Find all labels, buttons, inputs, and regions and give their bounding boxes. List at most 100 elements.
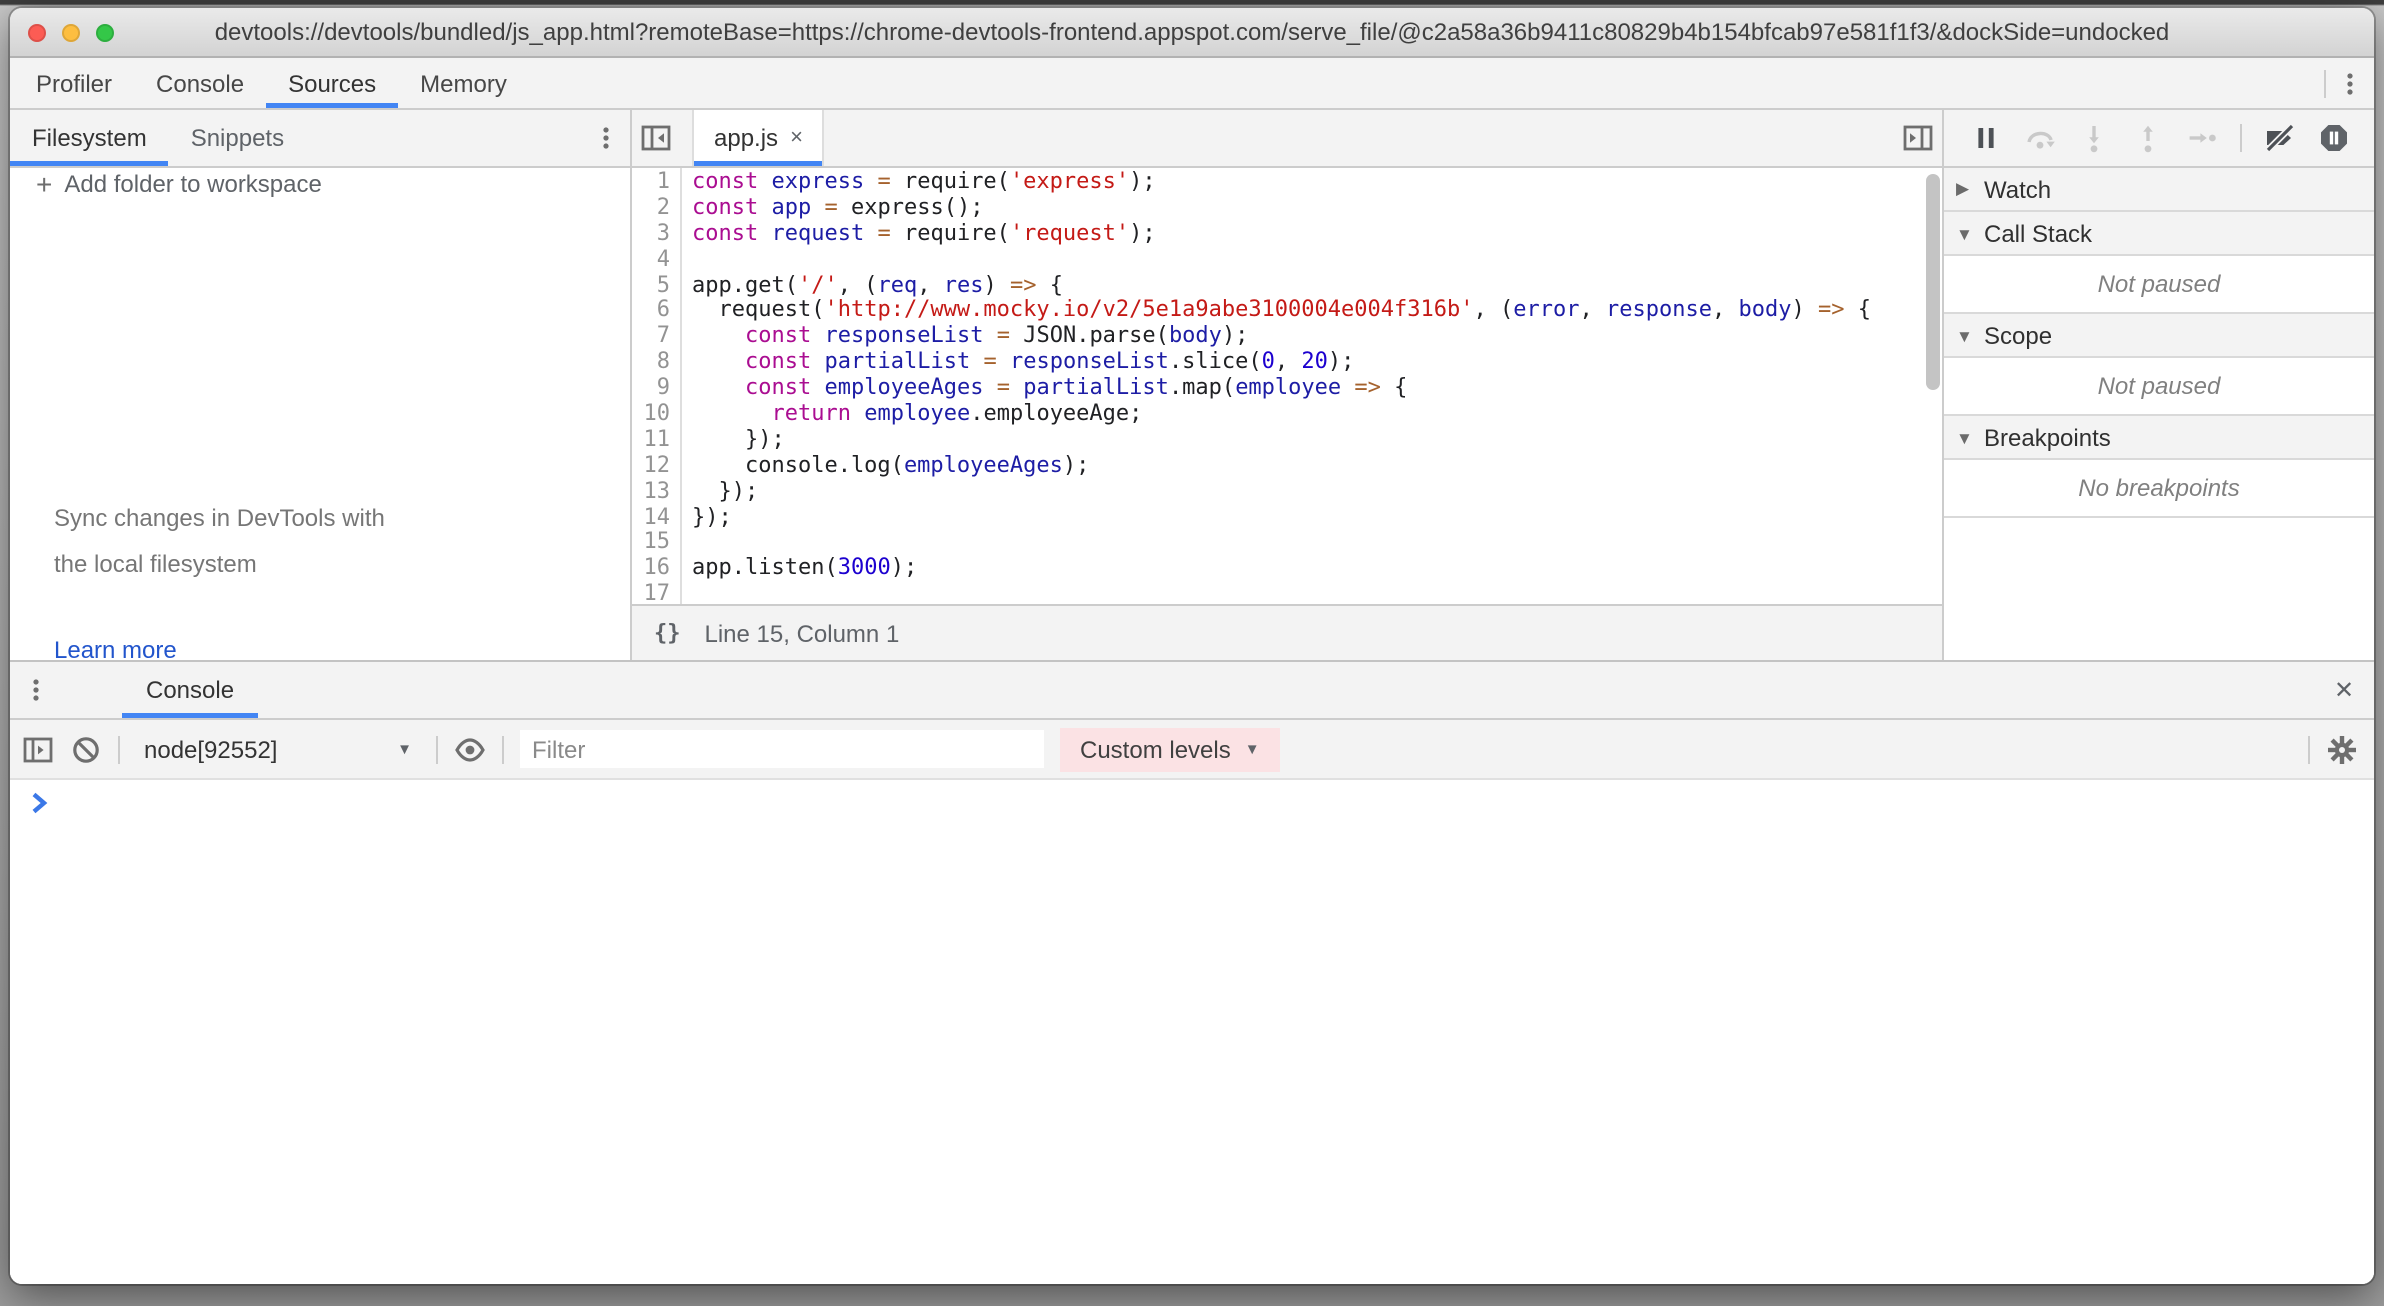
line-number[interactable]: 8	[632, 350, 680, 376]
toolbar-spacer	[529, 58, 2324, 108]
custom-levels-label: Custom levels	[1080, 735, 1231, 763]
code-line[interactable]: 16app.listen(3000);	[632, 557, 1942, 583]
chevron-down-icon: ▼	[1245, 740, 1260, 758]
line-number[interactable]: 6	[632, 299, 680, 325]
line-number[interactable]: 15	[632, 531, 680, 557]
code-text	[680, 247, 692, 273]
window-title: devtools://devtools/bundled/js_app.html?…	[215, 18, 2170, 46]
code-line[interactable]: 14});	[632, 505, 1942, 531]
line-number[interactable]: 11	[632, 428, 680, 454]
code-line[interactable]: 13 });	[632, 479, 1942, 505]
editor-pane: app.js × 1const express = require('expre…	[632, 110, 1942, 660]
section-header-watch[interactable]: ▶ Watch	[1944, 168, 2374, 212]
minimize-window-button[interactable]	[62, 23, 80, 41]
close-window-button[interactable]	[28, 23, 46, 41]
window-titlebar[interactable]: devtools://devtools/bundled/js_app.html?…	[10, 8, 2374, 58]
navigator-pane: Filesystem Snippets + Add folder to work…	[10, 110, 632, 660]
line-number[interactable]: 9	[632, 376, 680, 402]
section-header-breakpoints[interactable]: ▼ Breakpoints	[1944, 416, 2374, 460]
code-line[interactable]: 8 const partialList = responseList.slice…	[632, 350, 1942, 376]
eye-icon[interactable]	[454, 733, 486, 765]
execution-context-selector[interactable]: node[92552] ▼	[136, 735, 420, 763]
show-debugger-icon[interactable]	[1894, 110, 1942, 166]
tab-snippets[interactable]: Snippets	[169, 110, 306, 166]
tab-console[interactable]: Console	[134, 58, 266, 108]
navigator-tabbar-spacer	[306, 110, 582, 166]
show-console-sidebar-icon[interactable]	[22, 733, 54, 765]
close-tab-icon[interactable]: ×	[790, 126, 803, 150]
line-number[interactable]: 14	[632, 505, 680, 531]
line-number[interactable]: 5	[632, 273, 680, 299]
code-line[interactable]: 12 console.log(employeeAges);	[632, 454, 1942, 480]
tab-memory[interactable]: Memory	[398, 58, 529, 108]
console-settings-gear-icon[interactable]	[2326, 733, 2358, 765]
line-number[interactable]: 1	[632, 170, 680, 196]
tab-profiler[interactable]: Profiler	[14, 58, 134, 108]
debugger-sidebar: ▶ Watch ▼ Call Stack Not paused ▼ Scope …	[1942, 110, 2374, 660]
code-line[interactable]: 10 return employee.employeeAge;	[632, 402, 1942, 428]
editor-tab-appjs[interactable]: app.js ×	[692, 110, 825, 166]
section-header-scope[interactable]: ▼ Scope	[1944, 314, 2374, 358]
close-drawer-icon[interactable]: ✕	[2314, 662, 2374, 718]
code-text: const request = require('request');	[680, 222, 1156, 248]
debugger-toolbar-separator	[2240, 124, 2242, 152]
code-area[interactable]: 1const express = require('express');2con…	[632, 168, 1942, 604]
hide-navigator-icon[interactable]	[632, 110, 680, 166]
custom-levels-dropdown[interactable]: Custom levels ▼	[1060, 727, 1280, 771]
code-line[interactable]: 1const express = require('express');	[632, 170, 1942, 196]
console-toolbar-separator	[502, 735, 504, 763]
deactivate-breakpoints-icon[interactable]	[2264, 122, 2296, 154]
code-text: const employeeAges = partialList.map(emp…	[680, 376, 1407, 402]
line-number[interactable]: 12	[632, 454, 680, 480]
navigator-tabbar: Filesystem Snippets	[10, 110, 630, 168]
code-text	[680, 583, 692, 605]
code-line[interactable]: 4	[632, 247, 1942, 273]
code-line[interactable]: 9 const employeeAges = partialList.map(e…	[632, 376, 1942, 402]
code-text: });	[680, 428, 785, 454]
code-line[interactable]: 2const app = express();	[632, 196, 1942, 222]
code-line[interactable]: 15	[632, 531, 1942, 557]
pretty-print-icon[interactable]: {}	[654, 620, 681, 646]
code-line[interactable]: 3const request = require('request');	[632, 222, 1942, 248]
step-out-icon[interactable]	[2132, 122, 2164, 154]
navigator-kebab-menu-icon[interactable]	[582, 110, 630, 166]
line-number[interactable]: 17	[632, 583, 680, 605]
console-toolbar-separator	[118, 735, 120, 763]
add-folder-button[interactable]: + Add folder to workspace	[10, 168, 630, 200]
editor-scrollbar-thumb[interactable]	[1926, 174, 1940, 390]
step-over-icon[interactable]	[2024, 122, 2056, 154]
clear-console-icon[interactable]	[70, 733, 102, 765]
navigator-empty-view: Sync changes in DevTools with the local …	[10, 200, 630, 668]
drawer-kebab-menu-icon[interactable]	[10, 662, 62, 718]
code-line[interactable]: 6 request('http://www.mocky.io/v2/5e1a9a…	[632, 299, 1942, 325]
step-into-icon[interactable]	[2078, 122, 2110, 154]
section-header-call-stack[interactable]: ▼ Call Stack	[1944, 212, 2374, 256]
line-number[interactable]: 2	[632, 196, 680, 222]
line-number[interactable]: 3	[632, 222, 680, 248]
editor-tabbar: app.js ×	[632, 110, 1942, 168]
line-number[interactable]: 16	[632, 557, 680, 583]
tab-filesystem[interactable]: Filesystem	[10, 110, 169, 166]
line-number[interactable]: 7	[632, 325, 680, 351]
kebab-menu-icon[interactable]	[2326, 58, 2374, 108]
line-number[interactable]: 4	[632, 247, 680, 273]
tab-sources[interactable]: Sources	[266, 58, 398, 108]
plus-icon: +	[36, 168, 52, 200]
console-messages-area[interactable]	[10, 824, 2374, 1284]
execution-context-label: node[92552]	[144, 735, 277, 763]
console-filter-input[interactable]	[520, 730, 1044, 768]
pause-on-exceptions-icon[interactable]	[2318, 122, 2350, 154]
code-text: const app = express();	[680, 196, 983, 222]
triangle-down-icon: ▼	[1956, 325, 1974, 345]
pause-script-icon[interactable]	[1970, 122, 2002, 154]
code-line[interactable]: 7 const responseList = JSON.parse(body);	[632, 325, 1942, 351]
code-line[interactable]: 17	[632, 583, 1942, 605]
line-number[interactable]: 13	[632, 479, 680, 505]
console-prompt[interactable]	[10, 780, 2374, 824]
code-line[interactable]: 5app.get('/', (req, res) => {	[632, 273, 1942, 299]
zoom-window-button[interactable]	[96, 23, 114, 41]
code-line[interactable]: 11 });	[632, 428, 1942, 454]
tab-console-drawer[interactable]: Console	[122, 662, 258, 718]
step-icon[interactable]	[2186, 122, 2218, 154]
line-number[interactable]: 10	[632, 402, 680, 428]
